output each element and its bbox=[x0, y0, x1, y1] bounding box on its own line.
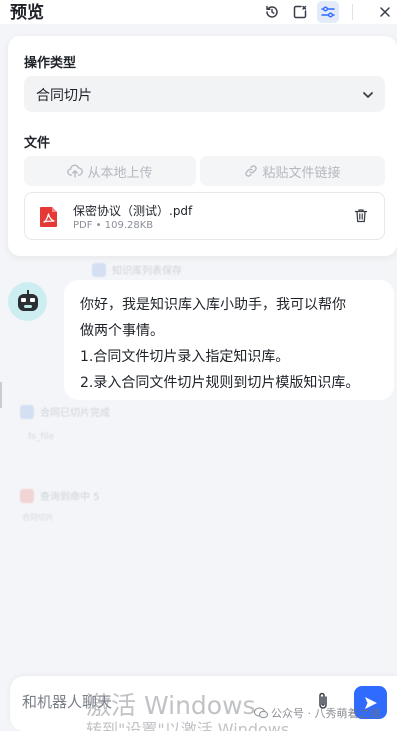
robot-avatar-icon bbox=[17, 289, 38, 311]
trash-icon[interactable] bbox=[354, 208, 368, 223]
close-button[interactable] bbox=[374, 1, 396, 23]
assistant-message: 你好，我是知识库入库小助手，我可以帮你 做两个事情。 1.合同文件切片录入指定知… bbox=[64, 280, 394, 400]
close-icon bbox=[380, 7, 390, 17]
operation-type-label: 操作类型 bbox=[24, 56, 77, 71]
operation-type-select[interactable]: 合同切片 bbox=[24, 76, 385, 112]
message-line: 做两个事情。 bbox=[80, 323, 164, 339]
header-bar: 预览 bbox=[0, 0, 397, 24]
message-line: 1.合同文件切片录入指定知识库。 bbox=[80, 349, 290, 365]
link-icon bbox=[245, 165, 258, 177]
operation-type-value: 合同切片 bbox=[36, 88, 92, 104]
faded-detail-block: 合同切片 bbox=[22, 512, 162, 572]
history-button[interactable] bbox=[261, 1, 283, 23]
faded-hits-row: 查询到命中 5 bbox=[20, 488, 100, 503]
paste-link-button[interactable]: 粘贴文件链接 bbox=[200, 156, 385, 186]
avatar bbox=[8, 282, 47, 321]
faded-slice-icon bbox=[20, 404, 34, 419]
faded-hits-icon bbox=[20, 488, 34, 503]
history-icon bbox=[266, 5, 278, 18]
file-meta: PDF • 109.28KB bbox=[73, 220, 154, 231]
file-name: 保密协议（测试）.pdf bbox=[73, 204, 193, 218]
file-label: 文件 bbox=[24, 136, 51, 151]
faded-slice-row: 合同已切片完成 bbox=[20, 404, 110, 419]
faded-sub-text: fs_file bbox=[28, 432, 55, 442]
faded-detail-line: 合同切片 bbox=[22, 513, 54, 522]
faded-status-row: 知识库列表保存 bbox=[92, 262, 182, 277]
faded-status-icon bbox=[92, 262, 106, 277]
faded-hits-text: 查询到命中 5 bbox=[40, 492, 100, 503]
wechat-watermark: 公众号 · 八秀萌着之缩 bbox=[254, 705, 381, 721]
faded-status-text: 知识库列表保存 bbox=[112, 266, 182, 277]
cloud-upload-icon bbox=[67, 164, 84, 178]
file-card[interactable]: 保密协议（测试）.pdf PDF • 109.28KB bbox=[24, 192, 385, 240]
pdf-file-icon bbox=[40, 207, 57, 227]
new-chat-button[interactable] bbox=[289, 1, 311, 23]
page-title: 预览 bbox=[10, 3, 44, 23]
header-divider bbox=[352, 4, 353, 20]
upload-local-button[interactable]: 从本地上传 bbox=[24, 156, 196, 186]
new-chat-icon bbox=[293, 5, 307, 19]
wechat-icon bbox=[254, 707, 268, 719]
faded-slice-text: 合同已切片完成 bbox=[40, 408, 110, 419]
message-line: 你好，我是知识库入库小助手，我可以帮你 bbox=[80, 297, 346, 313]
left-edge-marker bbox=[0, 382, 2, 408]
message-line: 2.录入合同文件切片规则到切片模版知识库。 bbox=[80, 375, 360, 391]
paste-link-label: 粘贴文件链接 bbox=[262, 165, 341, 181]
settings-button[interactable] bbox=[317, 1, 339, 23]
wechat-watermark-text: 公众号 · 八秀萌着之缩 bbox=[271, 707, 381, 720]
chevron-down-icon bbox=[363, 92, 373, 98]
upload-local-label: 从本地上传 bbox=[87, 165, 153, 181]
config-panel: 操作类型 合同切片 文件 从本地上传 粘贴文件链接 保密协议（测试）.pdf P… bbox=[8, 36, 397, 256]
settings-sliders-icon bbox=[321, 6, 335, 18]
